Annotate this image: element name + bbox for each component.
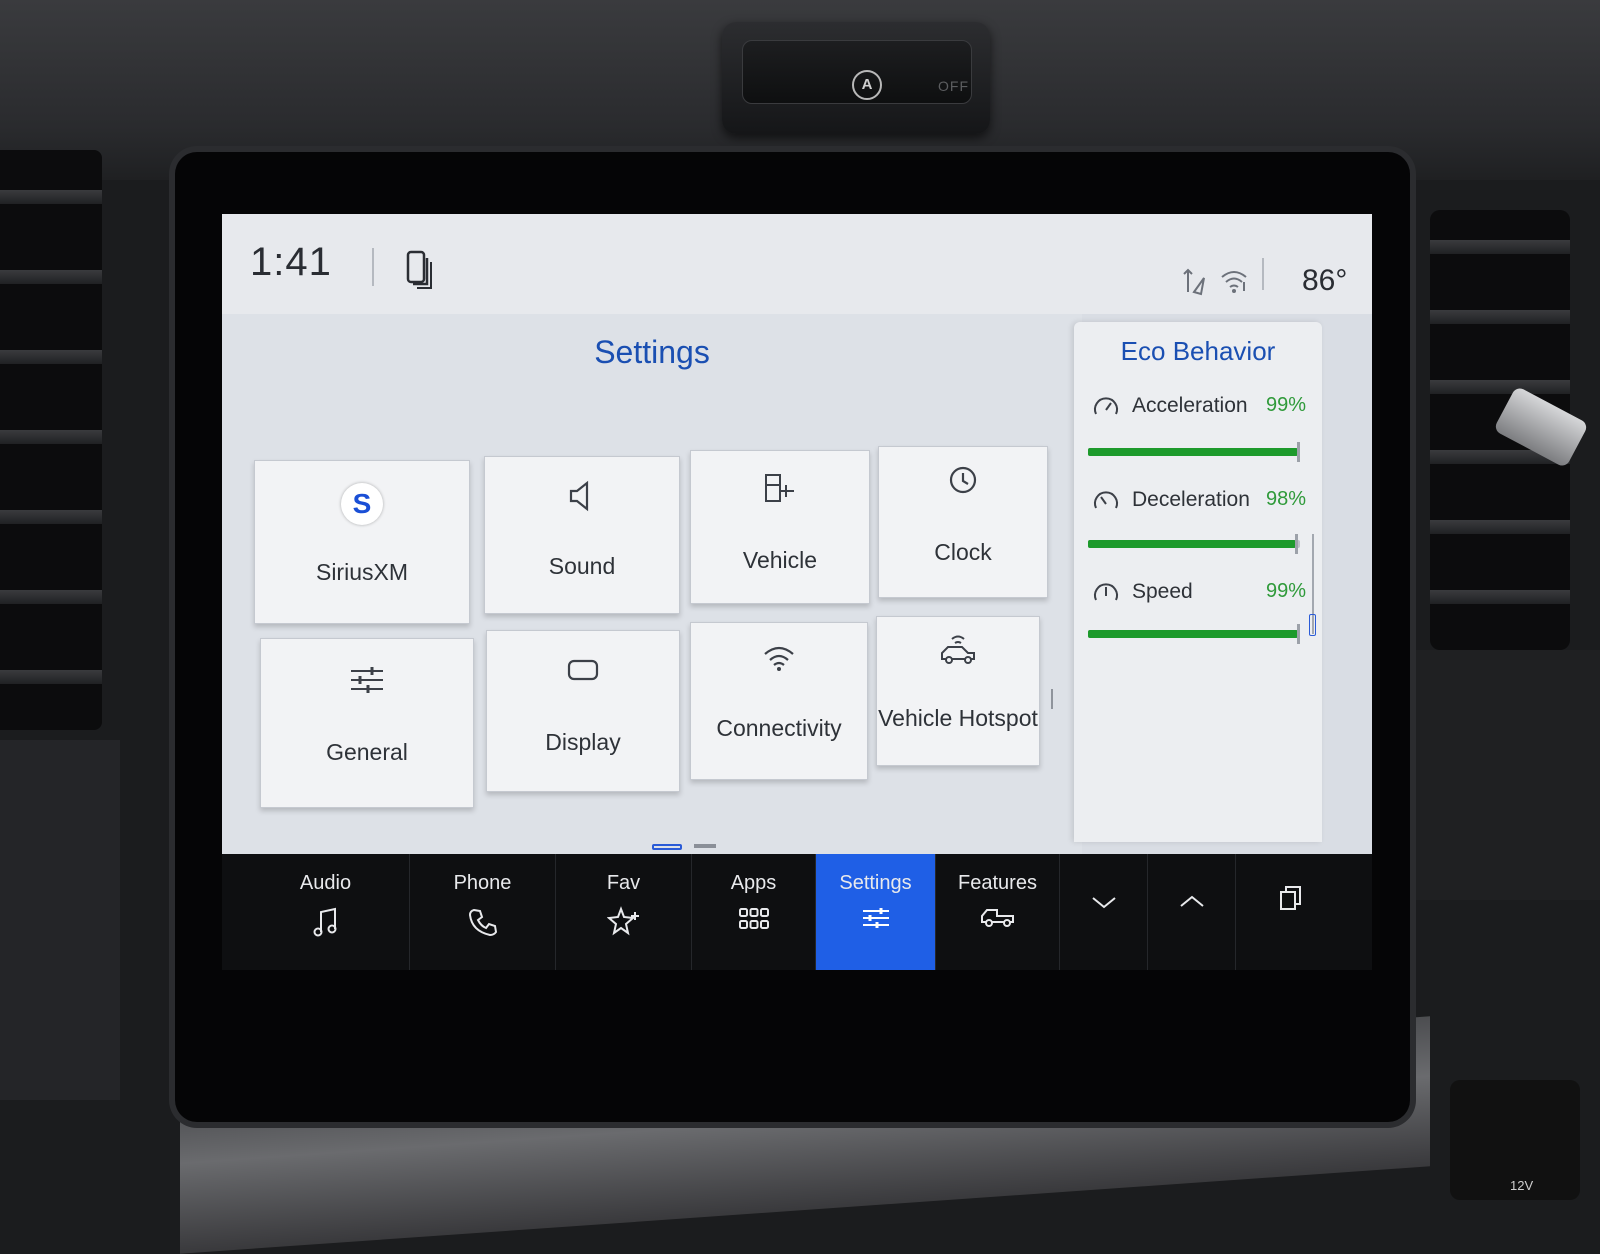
tile-general[interactable]: General	[260, 638, 474, 808]
nav-features[interactable]: Features	[936, 854, 1060, 970]
page-title: Settings	[594, 334, 710, 370]
tile-sound[interactable]: Sound	[484, 456, 680, 614]
eco-progress-fill	[1088, 448, 1298, 456]
clock-icon	[949, 466, 977, 494]
nav-label: Apps	[730, 872, 777, 894]
tile-label: Vehicle	[742, 547, 818, 573]
nav-label: Fav	[606, 872, 641, 894]
tile-connectivity[interactable]: Connectivity	[690, 622, 868, 780]
eco-progress-marker	[1296, 442, 1300, 462]
eco-scrollbar-thumb[interactable]	[1309, 614, 1316, 636]
acceleration-gauge-icon	[1094, 397, 1118, 415]
eco-progress-bar	[1088, 442, 1300, 462]
tile-vehicle-hotspot[interactable]: Vehicle Hotspot	[876, 616, 1040, 766]
outside-temperature: 86°	[1302, 264, 1348, 297]
page-indicator[interactable]	[694, 844, 716, 848]
nav-label: Phone	[453, 872, 512, 894]
nav-collapse[interactable]	[1060, 854, 1148, 970]
eco-progress-marker	[1294, 534, 1298, 554]
cards-icon	[1280, 886, 1301, 910]
star-plus-icon	[606, 906, 639, 936]
eco-progress-fill	[1088, 630, 1298, 638]
settings-area: Settings S SiriusXM Sound Vehicle Clock	[222, 314, 1082, 854]
speed-gauge-icon	[1094, 583, 1118, 601]
eco-item-label: Speed	[1132, 580, 1193, 603]
nav-fav[interactable]: Fav	[556, 854, 692, 970]
phone-projection-icon[interactable]	[405, 250, 433, 290]
dashboard-panel-right	[1400, 650, 1600, 900]
apps-grid-icon	[738, 908, 769, 929]
tile-label: Sound	[548, 553, 616, 579]
power-outlet-label: 12V	[1510, 1178, 1534, 1193]
grid-scroll-indicator	[1051, 689, 1053, 709]
status-divider	[1262, 258, 1264, 290]
phone-icon	[468, 908, 497, 936]
dashboard-panel-left	[0, 740, 120, 1100]
chevron-up-icon	[1179, 895, 1204, 907]
nav-card-view[interactable]	[1236, 854, 1346, 970]
eco-item-label: Acceleration	[1132, 394, 1248, 417]
vehicle-settings-icon	[765, 474, 794, 502]
auto-stop-start-icon: A	[852, 70, 882, 100]
left-air-vent	[0, 150, 102, 730]
eco-progress-marker	[1296, 624, 1300, 644]
nav-phone[interactable]: Phone	[410, 854, 556, 970]
tile-siriusxm[interactable]: S SiriusXM	[254, 460, 470, 624]
nav-settings[interactable]: Settings	[816, 854, 936, 970]
status-bar: 1:41 86°	[222, 214, 1372, 314]
page-indicator-active[interactable]	[652, 844, 682, 850]
infotainment-screen: 1:41 86° Settings S SiriusXM Sound Vehic…	[222, 214, 1372, 970]
eco-item-percent: 99%	[1265, 580, 1306, 602]
auto-stop-off-label: OFF	[938, 78, 969, 94]
tile-label: SiriusXM	[315, 559, 408, 585]
nav-expand[interactable]	[1148, 854, 1236, 970]
eco-behavior-panel: Eco Behavior Acceleration 99% Decelerati…	[1074, 322, 1322, 842]
status-divider	[372, 248, 374, 286]
gps-signal-icon	[1183, 268, 1205, 296]
tile-label: Display	[545, 729, 621, 755]
tile-label: General	[326, 739, 408, 765]
nav-label: Features	[958, 872, 1037, 894]
deceleration-gauge-icon	[1094, 491, 1118, 509]
nav-label: Audio	[299, 872, 352, 894]
sliders-icon	[351, 667, 383, 693]
siriusxm-icon: S	[341, 483, 383, 525]
truck-icon	[980, 909, 1014, 927]
eco-item-label: Deceleration	[1132, 488, 1250, 511]
tile-label: Clock	[934, 539, 992, 565]
display-icon	[567, 659, 599, 681]
tile-vehicle[interactable]: Vehicle	[690, 450, 870, 604]
tile-label: Vehicle Hotspot	[878, 705, 1038, 731]
nav-apps[interactable]: Apps	[692, 854, 816, 970]
chevron-down-icon	[1091, 897, 1116, 909]
eco-progress-bar	[1088, 534, 1300, 554]
tile-label: Connectivity	[716, 715, 842, 741]
eco-panel-title: Eco Behavior	[1120, 336, 1276, 366]
speaker-icon	[569, 480, 589, 512]
wifi-status-icon	[1221, 271, 1247, 293]
settings-sliders-icon	[862, 908, 889, 928]
bottom-nav-bar: Audio Phone Fav Apps Settings Features	[222, 854, 1372, 970]
vehicle-hotspot-icon	[941, 635, 975, 664]
tile-display[interactable]: Display	[486, 630, 680, 792]
eco-progress-fill	[1088, 540, 1296, 548]
eco-item-percent: 99%	[1265, 394, 1306, 416]
eco-item-percent: 98%	[1265, 488, 1306, 510]
tile-clock[interactable]: Clock	[878, 446, 1048, 598]
status-time[interactable]: 1:41	[250, 240, 332, 285]
eco-progress-bar	[1088, 624, 1300, 644]
wifi-icon	[764, 646, 794, 671]
nav-label: Settings	[839, 872, 912, 894]
nav-audio[interactable]: Audio	[242, 854, 410, 970]
music-note-icon	[313, 907, 336, 937]
